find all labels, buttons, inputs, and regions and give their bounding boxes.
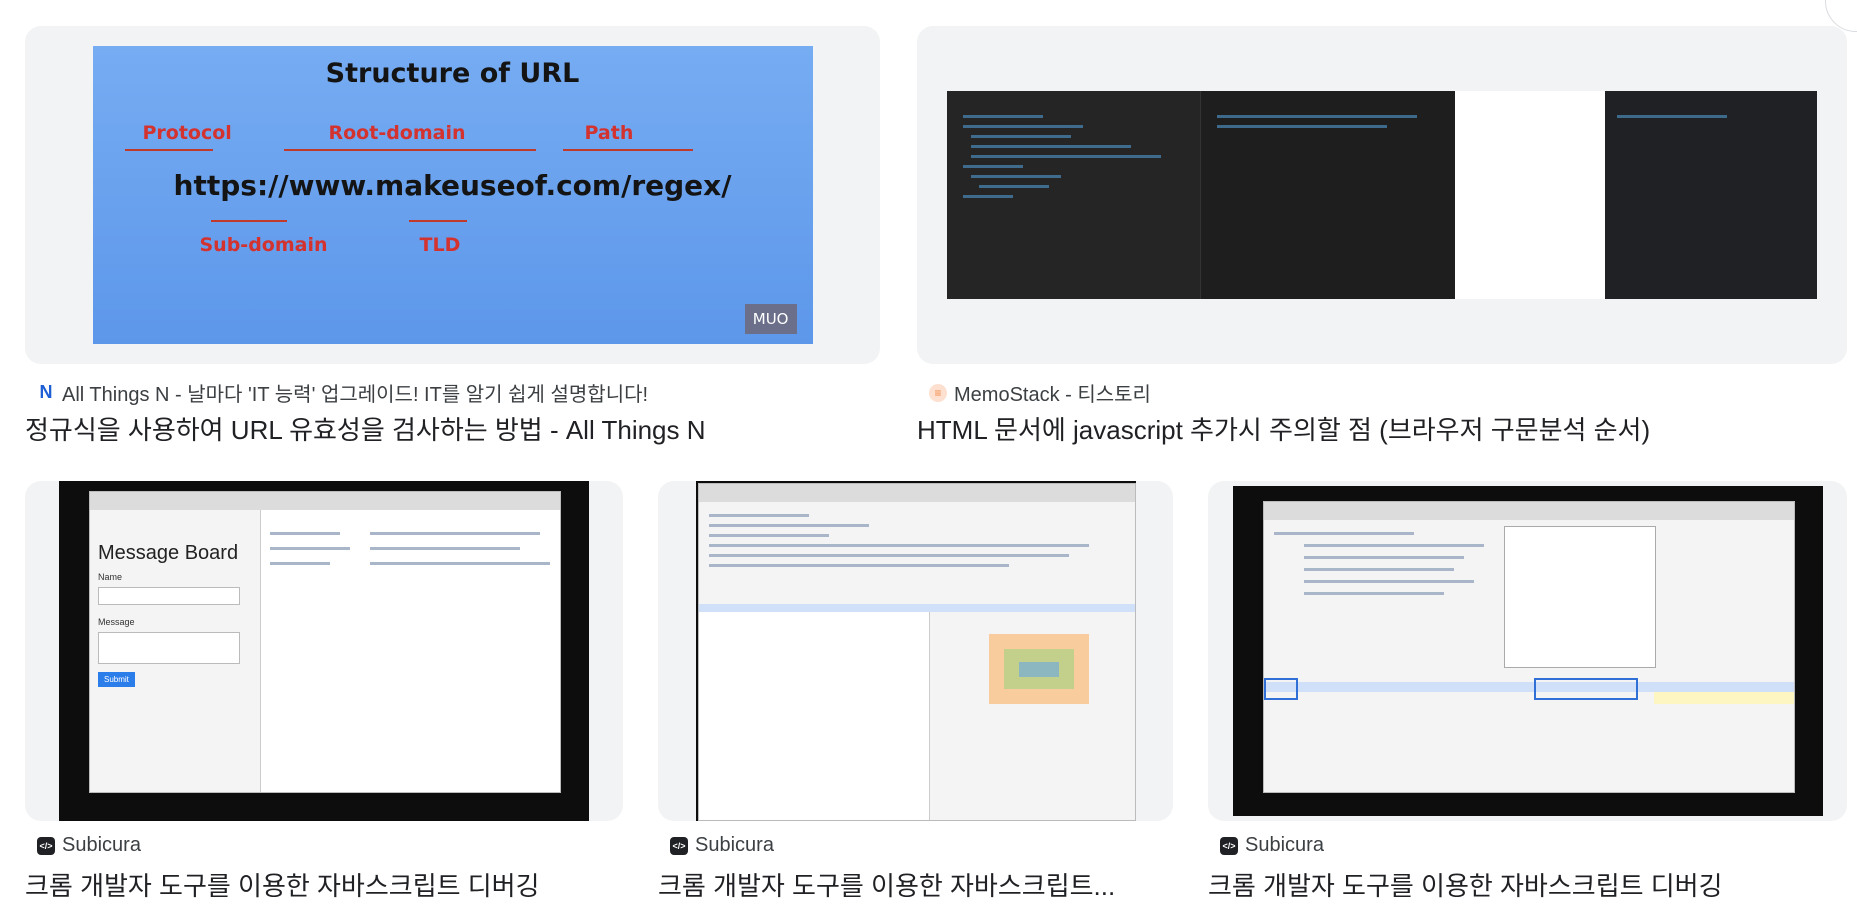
label-line [562,149,693,151]
result-source[interactable]: ≡ MemoStack - 티스토리 [929,378,1151,407]
code-brackets-icon: </> [1220,836,1238,855]
image-heading: Message Board [98,542,239,564]
result-source[interactable]: N All Things N - 날마다 'IT 능력' 업그레이드! IT를 … [37,378,649,407]
label-sub-domain: Sub-domain [199,234,328,256]
label-protocol: Protocol [142,122,232,144]
source-name: All Things N - 날마다 'IT 능력' 업그레이드! IT를 알기… [62,384,649,406]
code-editor-image [947,91,1817,299]
result-source[interactable]: </> Subicura [670,834,774,857]
result-title[interactable]: HTML 문서에 javascript 추가시 주의할 점 (브라우저 구문분석… [917,410,1847,447]
muo-logo: MUO [744,304,797,334]
source-name: Subicura [1245,834,1324,856]
result-title[interactable]: 정규식을 사용하여 URL 유효성을 검사하는 방법 - All Things … [25,410,880,447]
source-name: MemoStack - 티스토리 [954,384,1151,406]
label-line [124,149,213,151]
image-heading: Structure of URL [325,58,580,89]
devtools-screenshot: Message Board Name Message Submit [59,481,589,821]
url-text: https://www.makeuseof.com/regex/ [173,169,732,202]
label-tld: TLD [419,234,461,256]
devtools-screenshot [1232,486,1823,816]
name-label: Name [98,572,123,582]
memostack-icon: ≡ [929,383,947,402]
result-title[interactable]: 크롬 개발자 도구를 이용한 자바스크립트 디버깅 [1208,866,1847,903]
label-path: Path [584,122,634,144]
result-title[interactable]: 크롬 개발자 도구를 이용한 자바스크립트 디버깅 [25,866,623,903]
result-thumbnail[interactable] [917,26,1847,364]
label-root-domain: Root-domain [328,122,466,144]
result-thumbnail[interactable]: Structure of URL Protocol Root-domain Pa… [25,26,880,364]
result-thumbnail[interactable]: Message Board Name Message Submit [25,481,623,821]
label-line [408,220,467,222]
result-thumbnail[interactable] [1208,481,1847,821]
white-gap [1455,91,1605,299]
source-name: Subicura [695,834,774,856]
code-brackets-icon: </> [670,836,688,855]
result-source[interactable]: </> Subicura [37,834,141,857]
devtools-pane [1605,91,1817,299]
result-source[interactable]: </> Subicura [1220,834,1324,857]
url-structure-image: Structure of URL Protocol Root-domain Pa… [92,46,813,344]
result-title[interactable]: 크롬 개발자 도구를 이용한 자바스크립트... [658,866,1173,903]
result-thumbnail[interactable] [658,481,1173,821]
devtools-screenshot [695,481,1136,821]
submit-button: Submit [98,672,135,687]
label-line [283,149,536,151]
message-label: Message [98,617,135,627]
label-line [210,220,287,222]
all-things-n-icon: N [39,382,53,402]
editor-pane [1200,91,1456,299]
source-name: Subicura [62,834,141,856]
code-brackets-icon: </> [37,836,55,855]
